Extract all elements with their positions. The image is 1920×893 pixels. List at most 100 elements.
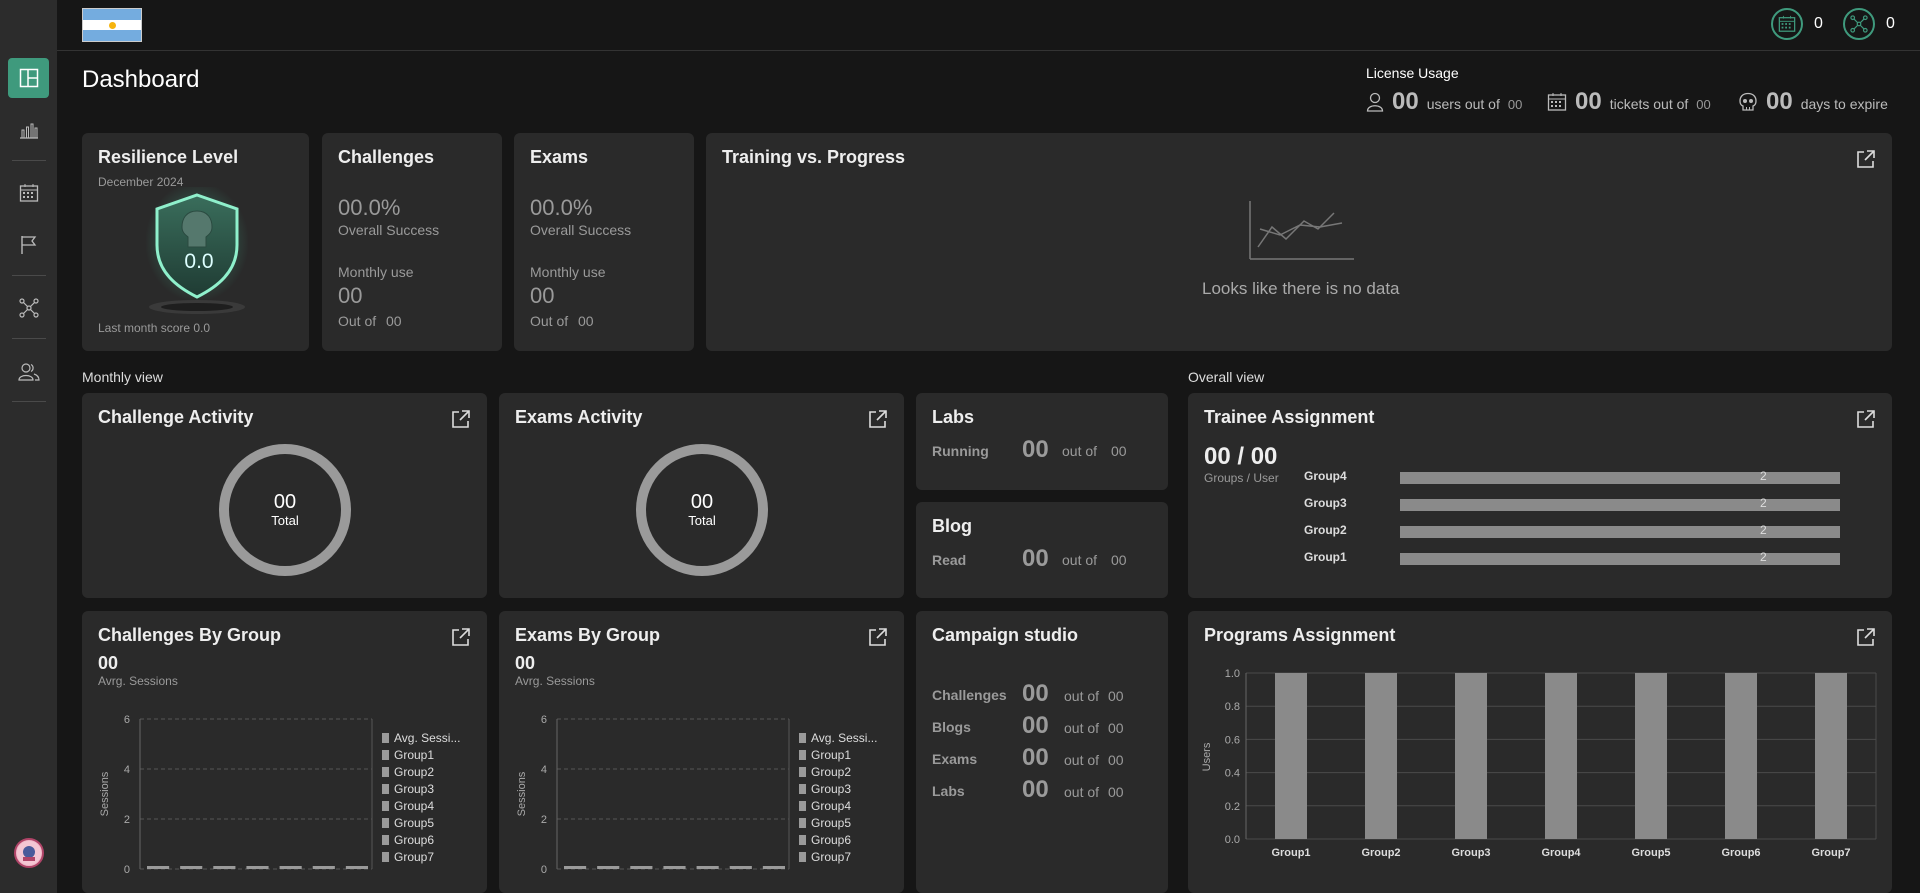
campaign-studio-card: Campaign studio Challenges 00 out of 00 Blog… xyxy=(916,611,1168,893)
training-title: Training vs. Progress xyxy=(722,147,906,167)
sidebar-item-calendar[interactable] xyxy=(8,173,49,213)
y-axis-label: Users xyxy=(1201,742,1213,771)
campaign-row-value: 00 xyxy=(1022,776,1049,803)
exams-monthly-value: 00 xyxy=(530,283,555,308)
top-bar: 0 0 xyxy=(57,0,1920,51)
external-link-icon[interactable] xyxy=(451,627,471,647)
exams-activity-label: Total xyxy=(688,513,716,528)
challenges-title: Challenges xyxy=(338,147,435,167)
trainee-bar-value: 2 xyxy=(1760,496,1767,510)
trainee-bar-row: Group2 2 xyxy=(1304,521,1884,541)
network-count: 0 xyxy=(1886,15,1895,32)
legend-label[interactable]: Group1 xyxy=(394,748,434,762)
flag-icon xyxy=(20,236,36,254)
exams-monthly-label: Monthly use xyxy=(530,264,606,280)
legend-label[interactable]: Group4 xyxy=(811,799,851,813)
page-title: Dashboard xyxy=(82,66,200,93)
legend-label[interactable]: Group3 xyxy=(811,782,851,796)
legend-label[interactable]: Group6 xyxy=(394,833,434,847)
legend-swatch xyxy=(382,801,389,811)
exams-group-title: Exams By Group xyxy=(515,625,661,645)
y-tick-label: 0.6 xyxy=(1225,734,1240,746)
sidebar-item-network[interactable] xyxy=(8,288,49,328)
network-icon xyxy=(18,298,39,318)
labs-row-label: Running xyxy=(932,443,989,459)
legend-swatch xyxy=(799,818,806,828)
legend-label[interactable]: Group4 xyxy=(394,799,434,813)
sidebar-item-users[interactable] xyxy=(8,352,49,392)
legend-swatch xyxy=(799,733,806,743)
sidebar-item-dashboard[interactable] xyxy=(8,58,49,98)
bar-chart-icon xyxy=(19,123,38,139)
training-progress-card: Training vs. Progress Looks like there i… xyxy=(706,133,1892,351)
external-link-icon[interactable] xyxy=(1856,149,1876,169)
trainee-bar-row: Group3 2 xyxy=(1304,494,1884,514)
blog-total: 00 xyxy=(1111,552,1127,568)
challenges-outof-value: 00 xyxy=(386,313,402,329)
bar xyxy=(729,866,752,869)
campaign-row-total: 00 xyxy=(1108,784,1124,800)
y-tick-label: 4 xyxy=(541,764,547,776)
user-avatar[interactable] xyxy=(14,838,44,868)
challenges-by-group-card: Challenges By Group 00 Avrg. Sessions 0 2… xyxy=(82,611,487,893)
calendar-badge-button[interactable] xyxy=(1771,8,1803,40)
challenges-outof-label: Out of xyxy=(338,313,377,329)
legend-label[interactable]: Group5 xyxy=(394,816,434,830)
blog-value: 00 xyxy=(1022,545,1049,572)
license-tickets-count: 00 xyxy=(1575,88,1602,115)
trainee-sub: Groups / User xyxy=(1204,471,1279,485)
external-link-icon[interactable] xyxy=(1856,627,1876,647)
external-link-icon[interactable] xyxy=(868,627,888,647)
x-tick-label: Group6 xyxy=(1721,847,1760,859)
legend-label[interactable]: Avg. Sessi... xyxy=(394,731,460,745)
bar xyxy=(564,866,587,869)
external-link-icon[interactable] xyxy=(1856,409,1876,429)
training-nodata: Looks like there is no data xyxy=(1202,279,1400,298)
challenges-group-chart: 0 2 4 6 Sessions Avg. Sessi... Group1 Group2 Gro… xyxy=(99,714,460,876)
network-badge-button[interactable] xyxy=(1843,8,1875,40)
legend-label[interactable]: Avg. Sessi... xyxy=(811,731,877,745)
bar xyxy=(630,866,653,869)
bar xyxy=(1455,673,1487,839)
challenge-activity-title: Challenge Activity xyxy=(98,407,254,427)
trainee-bar xyxy=(1400,499,1840,511)
bar xyxy=(1635,673,1667,839)
resilience-title: Resilience Level xyxy=(98,147,239,167)
license-users: 00 users out of 00 xyxy=(1366,88,1522,116)
calendar-icon xyxy=(1778,15,1796,32)
legend-label[interactable]: Group2 xyxy=(811,765,851,779)
y-tick-label: 0 xyxy=(541,864,547,876)
challenges-group-title: Challenges By Group xyxy=(98,625,282,645)
challenges-group-sub: Avrg. Sessions xyxy=(98,674,178,688)
legend-label[interactable]: Group6 xyxy=(811,833,851,847)
trainee-bar xyxy=(1400,472,1840,484)
legend-label[interactable]: Group7 xyxy=(394,850,434,864)
challenge-activity-label: Total xyxy=(271,513,299,528)
license-days-count: 00 xyxy=(1766,88,1793,115)
y-tick-label: 2 xyxy=(541,814,547,826)
legend-swatch xyxy=(382,767,389,777)
external-link-icon[interactable] xyxy=(868,409,888,429)
legend-label[interactable]: Group1 xyxy=(811,748,851,762)
sidebar-item-reports[interactable] xyxy=(8,110,49,150)
resilience-score: 0.0 xyxy=(184,250,214,273)
legend-label[interactable]: Group7 xyxy=(811,850,851,864)
bar xyxy=(345,866,368,869)
campaign-row-total: 00 xyxy=(1108,720,1124,736)
programs-assignment-card: Programs Assignment 0.0 0.2 0.4 0.6 0.8 1.0 Us… xyxy=(1188,611,1892,893)
legend-label[interactable]: Group2 xyxy=(394,765,434,779)
y-tick-label: 0.0 xyxy=(1225,834,1240,846)
labs-value: 00 xyxy=(1022,436,1049,463)
external-link-icon[interactable] xyxy=(451,409,471,429)
sidebar-item-challenges[interactable] xyxy=(8,225,49,265)
legend-label[interactable]: Group3 xyxy=(394,782,434,796)
campaign-row-label: Labs xyxy=(932,783,965,799)
exams-pct: 00.0% xyxy=(530,195,593,220)
bar xyxy=(1365,673,1397,839)
y-tick-label: 6 xyxy=(124,714,130,726)
legend-label[interactable]: Group5 xyxy=(811,816,851,830)
legend-swatch xyxy=(382,818,389,828)
x-tick-label: Group4 xyxy=(1541,847,1581,859)
legend-swatch xyxy=(799,784,806,794)
bar xyxy=(279,866,302,869)
